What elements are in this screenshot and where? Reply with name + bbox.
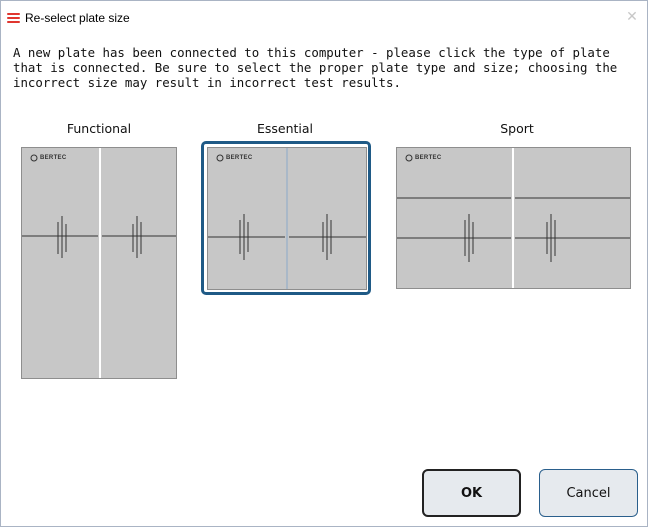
plate-option-sport[interactable]: BERTEC [396, 147, 631, 289]
window-title: Re-select plate size [25, 11, 130, 25]
selected-plate-highlight [201, 141, 371, 295]
dialog-window: Re-select plate size ✕ A new plate has b… [0, 0, 648, 527]
bertec-logo-text: BERTEC [40, 155, 67, 161]
ok-button[interactable]: OK [422, 469, 521, 517]
instructions-text: A new plate has been connected to this c… [13, 45, 618, 90]
bertec-logo-text: BERTEC [415, 155, 442, 161]
title-bar: Re-select plate size ✕ [1, 1, 647, 34]
app-icon [7, 13, 20, 23]
plate-diagram-functional [22, 148, 176, 378]
plate-label-essential: Essential [256, 121, 314, 136]
plate-label-functional: Functional [66, 121, 132, 136]
plate-option-functional[interactable]: BERTEC [21, 147, 177, 379]
plate-diagram-sport [397, 148, 630, 288]
bertec-logo-icon [405, 154, 413, 162]
close-icon[interactable]: ✕ [624, 9, 640, 25]
cancel-button[interactable]: Cancel [539, 469, 638, 517]
bertec-logo-icon [30, 154, 38, 162]
plate-label-sport: Sport [500, 121, 534, 136]
